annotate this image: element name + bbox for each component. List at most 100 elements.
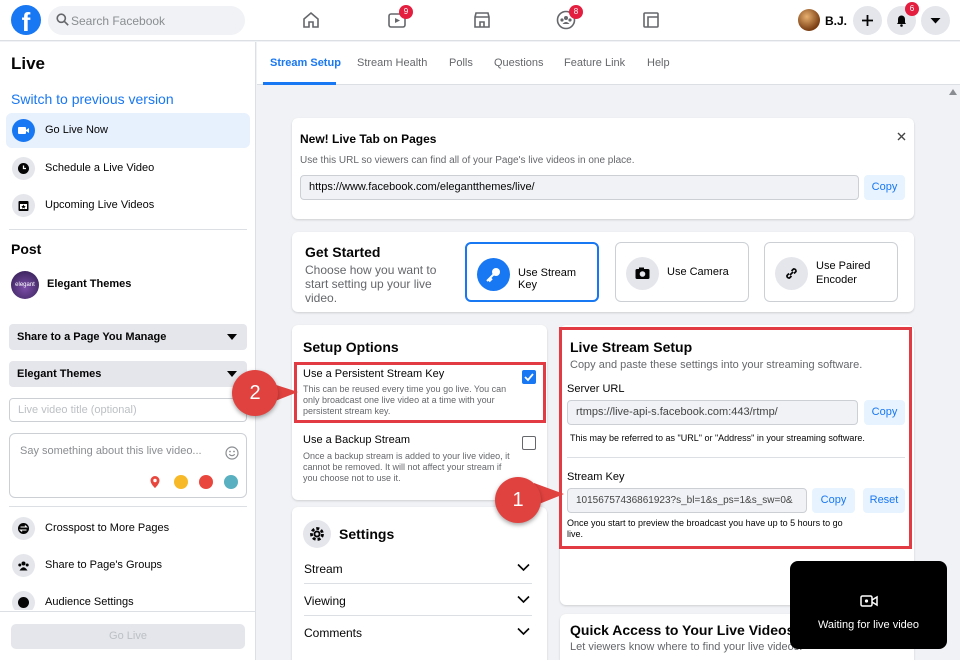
share-destination-dropdown[interactable]: Share to a Page You Manage [9,324,247,350]
sidebar-item-go-live-now[interactable]: Go Live Now [6,113,250,148]
use-camera-option[interactable]: Use Camera [615,242,749,302]
smiley-icon[interactable] [225,446,239,460]
groups-icon [12,554,35,577]
quick-access-title: Quick Access to Your Live Videos [570,622,795,638]
card-title: New! Live Tab on Pages [300,132,437,146]
calendar-icon [12,194,35,217]
avatar [798,9,820,31]
get-started-title: Get Started [305,244,381,260]
tag-icon[interactable] [224,475,238,489]
sidebar-item-label: Schedule a Live Video [45,162,155,174]
page-select-dropdown[interactable]: Elegant Themes [9,361,247,387]
gear-icon [303,520,331,548]
create-button[interactable] [853,6,882,35]
plus-icon [862,15,873,26]
settings-row-viewing[interactable]: Viewing [304,585,532,616]
tab-stream-health[interactable]: Stream Health [357,57,427,69]
get-started-card: Get Started Choose how you want to start… [292,232,914,312]
search-icon [56,13,69,26]
switch-version-link[interactable]: Switch to previous version [11,91,174,107]
sidebar-item-label: Go Live Now [45,124,108,136]
tab-polls[interactable]: Polls [449,57,473,69]
page-avatar: elegant [11,271,39,299]
close-icon[interactable] [897,132,906,141]
tab-questions[interactable]: Questions [494,57,544,69]
profile-name: B.J. [825,14,848,28]
nav-watch[interactable]: 9 [377,5,417,34]
description-box[interactable] [9,433,247,498]
tab-help[interactable]: Help [647,57,670,69]
scroll-up-icon[interactable] [949,89,957,95]
description-textarea[interactable] [10,434,220,464]
home-icon [303,11,319,28]
quick-access-description: Let viewers know where to find your live… [570,641,803,653]
facebook-logo-icon[interactable]: f [11,5,41,35]
go-live-button[interactable]: Go Live [11,624,245,649]
search-box[interactable] [48,6,245,35]
nav-gaming[interactable] [631,6,671,34]
sidebar-item-share-groups[interactable]: Share to Page's Groups [6,548,250,583]
groups-badge: 8 [569,5,583,19]
search-input[interactable] [71,6,241,35]
get-started-description: Choose how you want to start setting up … [305,263,437,305]
divider [9,229,247,230]
sidebar-item-label: Upcoming Live Videos [45,199,155,211]
tab-stream-setup[interactable]: Stream Setup [270,57,341,69]
tab-feature-link[interactable]: Feature Link [564,57,625,69]
nav-home[interactable] [291,6,331,34]
live-producer-tabs: Stream Setup Stream Health Polls Questio… [257,42,960,85]
live-title-input[interactable] [9,398,247,422]
sidebar-item-label: Audience Settings [45,596,134,608]
sidebar-item-label: Crosspost to More Pages [45,522,170,534]
divider [9,506,247,507]
option-label: Use Paired Encoder [816,260,871,286]
copy-url-button[interactable]: Copy [864,175,905,200]
callout-badge-1: 1 [495,477,541,523]
dropdown-value: Elegant Themes [17,368,102,380]
settings-title: Settings [339,526,395,542]
feeling-icon[interactable] [174,475,188,489]
sidebar-item-label: Share to Page's Groups [45,559,163,571]
sidebar-item-audience[interactable]: Audience Settings [6,585,250,610]
page-name: Elegant Themes [47,278,132,290]
link-icon [775,257,808,290]
page-scrollbar[interactable] [946,85,960,660]
chevron-down-icon [517,563,530,572]
waiting-video-panel: Waiting for live video [790,561,947,649]
live-tab-url-field[interactable]: https://www.facebook.com/elegantthemes/l… [300,175,859,200]
sidebar-item-crosspost[interactable]: Crosspost to More Pages [6,511,250,546]
chevron-down-icon [517,627,530,636]
account-menu-button[interactable] [921,6,950,35]
location-pin-icon[interactable] [148,475,162,489]
use-paired-encoder-option[interactable]: Use Paired Encoder [764,242,898,302]
nav-groups[interactable]: 8 [546,5,586,34]
gaming-icon [643,12,659,28]
clock-icon [12,157,35,180]
sidebar-item-schedule[interactable]: Schedule a Live Video [6,151,250,186]
live-tab-card: New! Live Tab on Pages Use this URL so v… [292,118,914,219]
nav-marketplace[interactable] [462,6,502,34]
backup-stream-label: Use a Backup Stream [303,434,410,446]
notifications-badge: 6 [905,2,919,16]
backup-stream-checkbox[interactable] [522,436,536,450]
option-label: Use Stream Key [518,267,577,291]
settings-row-label: Stream [304,562,343,576]
notifications-button[interactable]: 6 [887,2,919,35]
active-tab-indicator [263,82,336,85]
sidebar-item-upcoming[interactable]: Upcoming Live Videos [6,188,250,223]
video-camera-icon [860,595,878,607]
settings-row-comments[interactable]: Comments [304,617,532,648]
fundraiser-icon[interactable] [199,475,213,489]
highlight-persistent-key [294,362,546,423]
dropdown-value: Share to a Page You Manage [17,331,167,343]
top-navigation-bar: f 9 8 B.J. 6 [0,0,960,41]
caret-down-icon [227,371,237,377]
setup-options-title: Setup Options [303,339,399,355]
key-icon [477,258,510,291]
caret-down-icon [930,18,941,24]
settings-row-stream[interactable]: Stream [304,553,532,584]
backup-stream-description: Once a backup stream is added to your li… [303,451,510,483]
use-stream-key-option[interactable]: Use Stream Key [465,242,599,302]
caret-down-icon [227,334,237,340]
settings-card: Settings Stream Viewing Comments [292,507,547,660]
